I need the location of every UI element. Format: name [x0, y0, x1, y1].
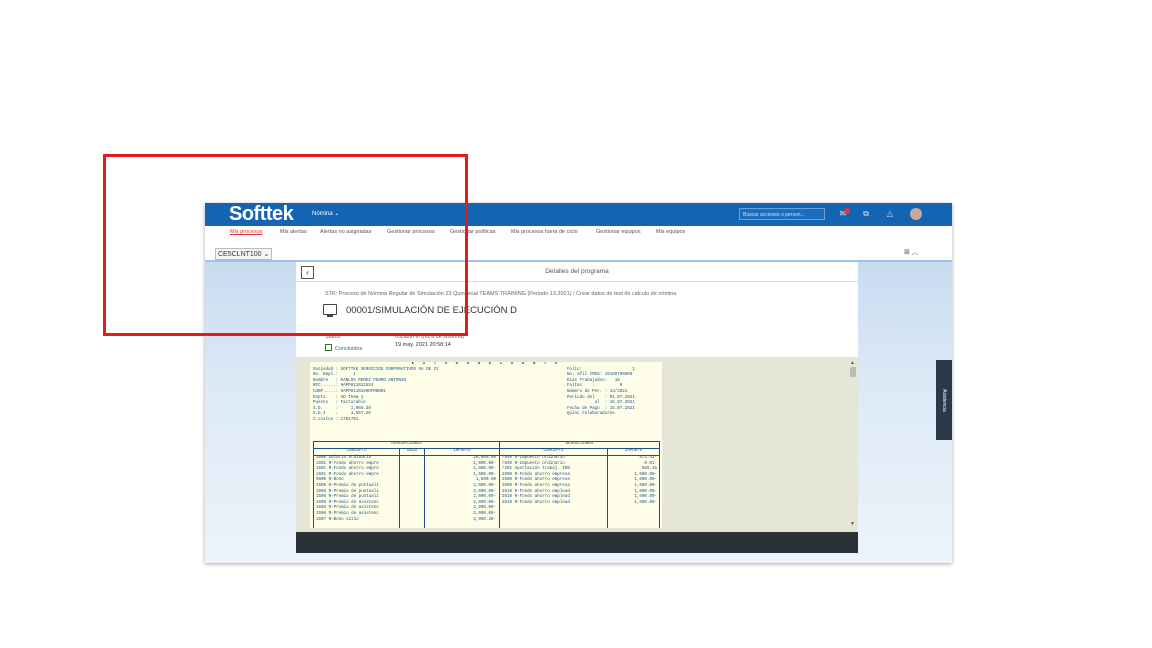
table-row: 1507 R-Bono sitio 2,960.28-	[314, 518, 659, 524]
side-tab-asistencia[interactable]: Asistencia	[936, 360, 952, 440]
status-icon	[325, 344, 332, 351]
notification-badge	[844, 208, 850, 214]
perceptions-header: PERCEPCIONES	[314, 442, 500, 449]
chat-icon[interactable]: ⧉	[861, 209, 871, 219]
account-statement: E S T A D O D E C U E N T A Sociedad : S…	[310, 362, 662, 528]
tab-fuera-de-ciclo[interactable]: Mis procesos fuera de ciclo	[511, 229, 578, 235]
notifications-icon[interactable]: △	[885, 209, 895, 219]
col-concepto: CONCEPTO	[346, 449, 367, 453]
scroll-up-icon[interactable]: ▲	[850, 360, 855, 366]
tab-mis-equipos[interactable]: Mis equipos	[656, 229, 685, 235]
start-time-value: 19 may. 2021 20:58:14	[395, 342, 451, 348]
col-importe-ded: IMPORTE	[624, 449, 643, 453]
perception-amount: 2,960.28-	[473, 517, 496, 522]
avatar[interactable]	[910, 208, 922, 220]
scrollbar[interactable]: ▲ ▼	[849, 360, 856, 527]
footer-bar	[296, 532, 858, 553]
col-importe: IMPORTE	[453, 449, 471, 453]
status-badge: Concluidos	[325, 344, 362, 352]
employee-info: Sociedad : SOFTTEK SERVICIOS CORPORATIVO…	[310, 368, 662, 424]
perception-concept: 1507 R-Bono sitio	[316, 517, 359, 522]
deductions-header: DEDUCCIONES	[500, 442, 659, 449]
scrollbar-thumb[interactable]	[850, 367, 856, 377]
info-left: C.costos : 1781701	[313, 417, 359, 422]
report-viewer[interactable]: E S T A D O D E C U E N T A Sociedad : S…	[296, 357, 858, 532]
highlight-box	[103, 154, 468, 336]
status-value: Concluidos	[335, 346, 363, 352]
info-row: C.costos : 1781701	[310, 418, 662, 424]
table-body: 1000 Salario Ordinario 20,000.00/840 R-Im…	[314, 456, 659, 523]
col-unid: UNID	[406, 449, 418, 453]
tab-gestionar-equipos[interactable]: Gestionar equipos	[596, 229, 641, 235]
col-concepto-ded: CONCEPTO	[543, 449, 564, 453]
payroll-table: PERCEPCIONES DEDUCCIONES CONCEPTO UNID I…	[313, 441, 660, 528]
search-input[interactable]: Buscar acciones o person…	[739, 208, 825, 220]
scroll-down-icon[interactable]: ▼	[850, 521, 855, 527]
expand-icon[interactable]: ⊠ ︿	[904, 247, 919, 257]
